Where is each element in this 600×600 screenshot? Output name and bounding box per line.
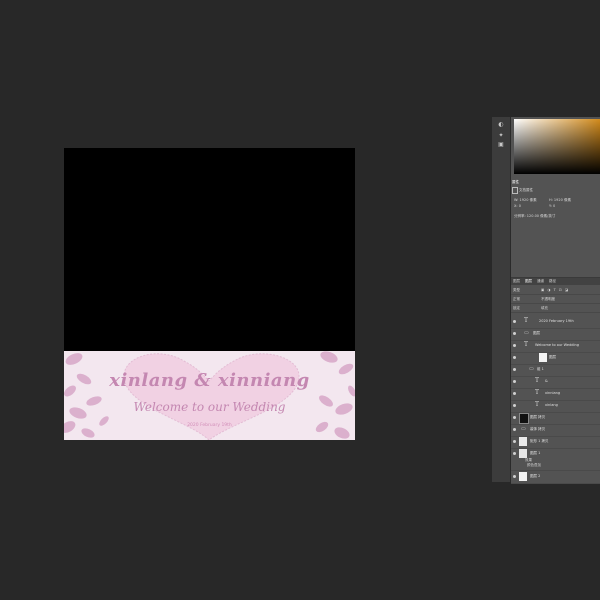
layer-name: 组 1 bbox=[537, 367, 544, 371]
layer-thumbnail bbox=[519, 449, 527, 458]
swatch-panel-icon[interactable]: ▣ bbox=[497, 141, 505, 148]
text-layer-icon: T bbox=[535, 377, 540, 384]
properties-title: 属性 bbox=[512, 180, 519, 184]
filter-icons[interactable]: ▣ ◑ T ⊡ ◪ bbox=[541, 288, 569, 292]
layer-name: 图层 1 bbox=[530, 451, 541, 455]
eye-icon[interactable] bbox=[513, 428, 516, 431]
date-text: 2020 February 19th bbox=[187, 423, 232, 428]
layer-name: 图层 拷贝 bbox=[530, 415, 546, 419]
color-panel-icon[interactable]: ◐ bbox=[497, 121, 505, 128]
eye-icon[interactable] bbox=[513, 416, 516, 419]
eye-icon[interactable] bbox=[513, 380, 516, 383]
couple-names-text: xinlang & xinniang bbox=[109, 370, 310, 391]
y-value[interactable]: Y: 0 bbox=[549, 204, 555, 208]
layer-name: xinlang bbox=[545, 403, 558, 407]
tab-paths[interactable]: 路径 bbox=[549, 279, 556, 284]
wedding-banner: xinlang & xinniang Welcome to our Weddin… bbox=[64, 351, 355, 440]
folder-icon: ▭ bbox=[524, 330, 529, 336]
eye-icon[interactable] bbox=[513, 332, 516, 335]
eye-icon[interactable] bbox=[513, 368, 516, 371]
layer-name: xinniang bbox=[545, 391, 561, 395]
text-layer-icon: T bbox=[535, 401, 540, 408]
layer-filter-row: 类型 ▣ ◑ T ⊡ ◪ bbox=[511, 286, 600, 295]
eye-icon[interactable] bbox=[513, 452, 516, 455]
layer-thumbnail bbox=[539, 353, 547, 362]
resolution-value: 分辨率: 120.00 像素/英寸 bbox=[514, 214, 556, 218]
layer-thumbnail bbox=[519, 413, 529, 424]
lock-row: 锁定 填充 bbox=[511, 304, 600, 313]
layer-row[interactable]: 图层 1 效果 颜色叠加 bbox=[511, 448, 600, 471]
eye-icon[interactable] bbox=[513, 320, 516, 323]
lock-label: 锁定 bbox=[513, 306, 520, 310]
layer-name: 装饰 拷贝 bbox=[530, 427, 546, 431]
document-icon bbox=[512, 187, 518, 194]
layers-panel: 图层 图层 通道 路径 类型 ▣ ◑ T ⊡ ◪ 正常 不透明度 锁定 填充 T… bbox=[511, 277, 600, 484]
eye-icon[interactable] bbox=[513, 344, 516, 347]
layer-name: & bbox=[545, 379, 548, 383]
layer-name: 图层 2 bbox=[530, 474, 541, 478]
layer-name: 图层 bbox=[549, 355, 556, 359]
eye-icon[interactable] bbox=[513, 356, 516, 359]
eye-icon[interactable] bbox=[513, 475, 516, 478]
folder-icon: ▭ bbox=[529, 366, 534, 372]
layer-thumbnail bbox=[519, 437, 527, 446]
folder-icon: ▭ bbox=[521, 426, 526, 432]
height-value[interactable]: H: 1920 像素 bbox=[549, 198, 571, 203]
eye-icon[interactable] bbox=[513, 404, 516, 407]
text-layer-icon: T bbox=[524, 317, 529, 324]
blend-row: 正常 不透明度 bbox=[511, 295, 600, 304]
opacity-label[interactable]: 不透明度 bbox=[541, 297, 555, 302]
text-layer-icon: T bbox=[535, 389, 540, 396]
eye-icon[interactable] bbox=[513, 440, 516, 443]
welcome-text: Welcome to our Wedding bbox=[133, 400, 286, 414]
tab-layers[interactable]: 图层 bbox=[525, 279, 532, 284]
layer-name: 矩形 1 拷贝 bbox=[530, 439, 549, 443]
filter-kind-select[interactable]: 类型 bbox=[513, 288, 520, 293]
layers-tab-bar: 图层 图层 通道 路径 bbox=[511, 278, 600, 285]
properties-panel: 属性 文档属性 W: 1920 像素 H: 1920 像素 X: 0 Y: 0 … bbox=[511, 177, 600, 277]
eye-icon[interactable] bbox=[513, 392, 516, 395]
color-field[interactable] bbox=[514, 119, 600, 174]
canvas-document[interactable]: xinlang & xinniang Welcome to our Weddin… bbox=[64, 148, 355, 440]
tab-layers-a[interactable]: 图层 bbox=[513, 279, 520, 284]
layer-thumbnail bbox=[519, 472, 527, 481]
color-panel bbox=[511, 119, 600, 174]
layer-name: Welcome to our Wedding bbox=[535, 343, 579, 347]
layer-name: 2020 February 19th bbox=[539, 319, 574, 323]
adjust-panel-icon[interactable]: ✦ bbox=[497, 132, 505, 139]
fill-label[interactable]: 填充 bbox=[541, 306, 548, 311]
panel-icon-strip: ◐ ✦ ▣ bbox=[492, 117, 511, 482]
layer-row[interactable]: 图层 2 bbox=[511, 471, 600, 484]
color-overlay-label[interactable]: 颜色叠加 bbox=[527, 463, 541, 468]
x-value[interactable]: X: 0 bbox=[514, 204, 521, 208]
width-value[interactable]: W: 1920 像素 bbox=[514, 198, 537, 203]
tab-channels[interactable]: 通道 bbox=[537, 279, 544, 284]
layer-name: 图层 bbox=[533, 331, 540, 335]
text-layer-icon: T bbox=[524, 341, 529, 348]
properties-type: 文档属性 bbox=[519, 188, 533, 192]
blend-mode-select[interactable]: 正常 bbox=[513, 297, 520, 302]
right-panel-dock: ◐ ✦ ▣ 属性 文档属性 W: 1920 像素 H: 1920 像素 X: 0… bbox=[492, 117, 600, 484]
